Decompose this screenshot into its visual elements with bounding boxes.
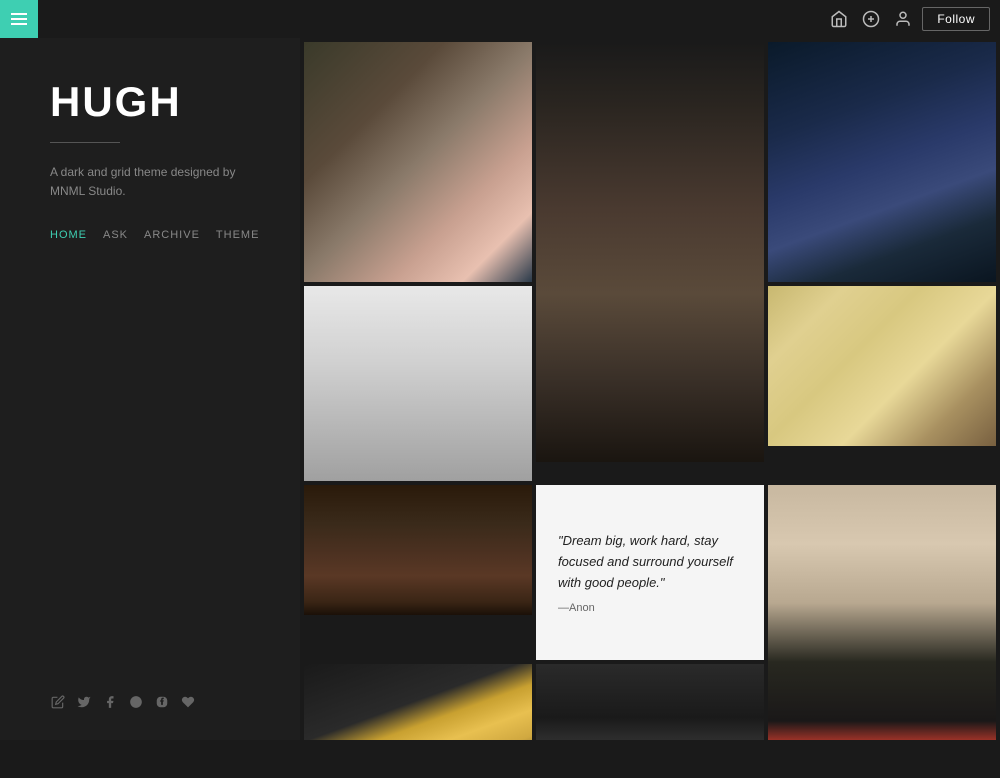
sidebar: HUGH A dark and grid theme designed by M… [0, 38, 300, 740]
heart-social-icon[interactable] [180, 694, 196, 710]
photo-boat[interactable] [768, 286, 996, 446]
follow-button[interactable]: Follow [922, 7, 990, 31]
photo-quote-card[interactable]: "Dream big, work hard, stay focused and … [536, 485, 764, 660]
topbar-icon-group [830, 10, 912, 28]
edit-social-icon[interactable] [50, 694, 66, 710]
compose-icon[interactable] [862, 10, 880, 28]
user-icon[interactable] [894, 10, 912, 28]
photo-brick-building[interactable] [536, 42, 764, 462]
menu-button[interactable] [0, 0, 38, 38]
photo-person-standing[interactable] [768, 485, 996, 740]
photo-watch[interactable] [304, 664, 532, 740]
nav-theme[interactable]: THEME [216, 229, 260, 241]
twitter-social-icon[interactable] [76, 694, 92, 710]
blog-description: A dark and grid theme designed by MNML S… [50, 163, 270, 201]
home-icon[interactable] [830, 10, 848, 28]
photo-glass-table[interactable] [304, 286, 532, 481]
title-divider [50, 142, 120, 143]
photo-floral-hat[interactable] [304, 42, 532, 282]
nav-links: HOME ASK ARCHIVE THEME [50, 229, 270, 241]
nav-home[interactable]: HOME [50, 229, 87, 241]
photo-string-lights[interactable] [304, 485, 532, 615]
facebook-social-icon[interactable] [102, 694, 118, 710]
main-container: HUGH A dark and grid theme designed by M… [0, 38, 1000, 740]
quote-author: —Anon [558, 602, 742, 614]
grid-area: "Dream big, work hard, stay focused and … [300, 38, 1000, 740]
tumblr-social-icon[interactable] [154, 694, 170, 710]
quote-text: "Dream big, work hard, stay focused and … [558, 531, 742, 593]
topbar: Follow [0, 0, 1000, 38]
blog-title: HUGH [50, 78, 270, 126]
hamburger-icon [11, 13, 27, 25]
social-icons [50, 674, 270, 710]
photo-skateboard-feet[interactable] [536, 664, 764, 740]
photo-grid: "Dream big, work hard, stay focused and … [304, 42, 996, 740]
google-social-icon[interactable] [128, 694, 144, 710]
nav-archive[interactable]: ARCHIVE [144, 229, 200, 241]
photo-stormy-sky[interactable] [768, 42, 996, 282]
nav-ask[interactable]: ASK [103, 229, 128, 241]
